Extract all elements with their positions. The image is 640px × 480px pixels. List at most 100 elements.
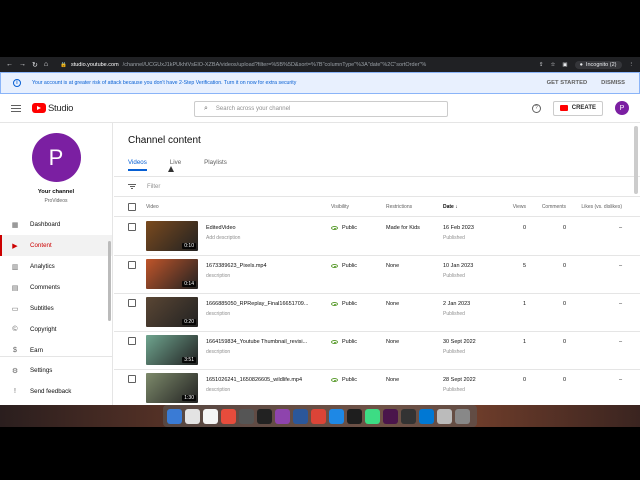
account-avatar[interactable]: P	[615, 101, 629, 115]
row-checkbox[interactable]	[128, 261, 136, 269]
dock-app-icon[interactable]	[365, 408, 380, 424]
visibility-label: Public	[342, 225, 357, 231]
dock-app-icon[interactable]	[347, 408, 362, 424]
publish-status: Published	[443, 235, 465, 241]
sidebar-item-subtitles[interactable]: ▭ Subtitles	[0, 298, 112, 319]
studio-logo[interactable]: Studio	[32, 103, 73, 114]
visibility-cell[interactable]: Public	[331, 263, 357, 269]
publish-status: Published	[443, 273, 465, 279]
column-likes[interactable]: Likes (vs. dislikes)	[574, 204, 622, 210]
table-row[interactable]: 0:20 1666885050_RPReplay_Final16651709...…	[114, 294, 640, 332]
visibility-label: Public	[342, 339, 357, 345]
dock-app-icon[interactable]	[401, 408, 416, 424]
sidebar-item-analytics[interactable]: ▥ Analytics	[0, 256, 112, 277]
dock-app-icon[interactable]	[293, 408, 308, 424]
incognito-badge[interactable]: ● Incognito (2)	[574, 60, 622, 69]
column-restrictions[interactable]: Restrictions	[386, 204, 412, 210]
visibility-label: Public	[342, 263, 357, 269]
search-input[interactable]: ⌕ Search across your channel	[194, 101, 448, 117]
date-cell: 10 Jan 2023	[443, 263, 474, 269]
dock-app-icon[interactable]	[329, 408, 344, 424]
channel-avatar[interactable]: P	[31, 133, 81, 182]
reload-icon[interactable]: ↻	[32, 61, 38, 69]
tab-playlists[interactable]: Playlists	[204, 159, 227, 171]
dock-app-icon[interactable]	[221, 408, 236, 424]
sidebar-scrollbar[interactable]	[108, 241, 111, 321]
help-icon[interactable]: ?	[531, 103, 541, 113]
create-button[interactable]: CREATE	[552, 100, 603, 116]
page-scrollbar[interactable]	[634, 126, 638, 194]
visibility-cell[interactable]: Public	[331, 377, 357, 383]
visibility-cell[interactable]: Public	[331, 339, 357, 345]
row-checkbox[interactable]	[128, 337, 136, 345]
column-comments[interactable]: Comments	[534, 204, 566, 210]
dock-app-icon[interactable]	[203, 408, 218, 424]
feedback-icon: !	[14, 388, 16, 395]
dock-app-icon[interactable]	[257, 408, 272, 424]
video-title[interactable]: 1666885050_RPReplay_Final16651709...	[206, 301, 308, 307]
video-title[interactable]: EditedVideo	[206, 225, 236, 231]
dock-app-icon[interactable]	[311, 408, 326, 424]
row-checkbox[interactable]	[128, 375, 136, 383]
address-bar[interactable]: 🔒 studio.youtube.com/channel/UCGUxJ1kPUk…	[60, 62, 490, 68]
dismiss-button[interactable]: DISMISS	[601, 80, 625, 86]
dock-app-icon[interactable]	[455, 408, 470, 424]
column-date[interactable]: Date ↓	[443, 204, 458, 210]
filter-placeholder: Filter	[147, 183, 161, 190]
hamburger-menu-icon[interactable]	[11, 104, 21, 112]
video-title[interactable]: 1651026241_1650826605_wildlife.mp4	[206, 377, 302, 383]
share-icon[interactable]: ⇪	[539, 62, 544, 68]
sidebar-item-settings[interactable]: ⚙ Settings	[0, 360, 112, 381]
video-thumbnail[interactable]: 1:30	[146, 373, 198, 403]
column-views[interactable]: Views	[496, 204, 526, 210]
filter-icon[interactable]	[128, 183, 136, 190]
duration-badge: 3:51	[182, 357, 196, 363]
column-video: Video	[146, 204, 159, 210]
dock-app-icon[interactable]	[185, 408, 200, 424]
dock-app-icon[interactable]	[275, 408, 290, 424]
visibility-label: Public	[342, 301, 357, 307]
filter-bar[interactable]: Filter	[114, 177, 640, 197]
table-row[interactable]: 1:30 1651026241_1650826605_wildlife.mp4 de…	[114, 370, 640, 405]
sidebar-item-copyright[interactable]: © Copyright	[0, 319, 112, 340]
bookmark-icon[interactable]: ☆	[550, 62, 555, 68]
video-thumbnail[interactable]: 0:20	[146, 297, 198, 327]
sidebar-item-comments[interactable]: ▤ Comments	[0, 277, 112, 298]
date-cell: 28 Sept 2022	[443, 377, 476, 383]
duration-badge: 0:14	[182, 281, 196, 287]
dock-app-icon[interactable]	[419, 408, 434, 424]
video-thumbnail[interactable]: 0:14	[146, 259, 198, 289]
dock-app-icon[interactable]	[167, 408, 182, 424]
duration-badge: 1:30	[182, 395, 196, 401]
dock-app-icon[interactable]	[383, 408, 398, 424]
video-title[interactable]: 1664159834_Youtube Thumbnail_revisi...	[206, 339, 307, 345]
eye-icon	[331, 302, 338, 306]
sidebar-item-label: Comments	[30, 284, 60, 291]
video-thumbnail[interactable]: 0:10	[146, 221, 198, 251]
table-row[interactable]: 0:14 1673389623_Pixels.mp4 description Publ…	[114, 256, 640, 294]
row-checkbox[interactable]	[128, 223, 136, 231]
sidebar-footer: ⚙ Settings! Send feedback	[0, 356, 112, 402]
sidebar-item-dashboard[interactable]: ▦ Dashboard	[0, 214, 112, 235]
select-all-checkbox[interactable]	[128, 203, 136, 211]
video-thumbnail[interactable]: 3:51	[146, 335, 198, 365]
visibility-cell[interactable]: Public	[331, 225, 357, 231]
table-row[interactable]: 0:10 EditedVideo Add description Public Made…	[114, 218, 640, 256]
visibility-cell[interactable]: Public	[331, 301, 357, 307]
table-row[interactable]: 3:51 1664159834_Youtube Thumbnail_revisi.…	[114, 332, 640, 370]
extension-icon[interactable]: ▣	[562, 62, 567, 68]
home-icon[interactable]: ⌂	[44, 61, 48, 69]
sidebar-item-send-feedback[interactable]: ! Send feedback	[0, 381, 112, 402]
back-icon[interactable]: ←	[6, 61, 13, 69]
get-started-button[interactable]: GET STARTED	[547, 80, 587, 86]
more-icon[interactable]: ⋮	[629, 62, 635, 68]
dashboard-icon: ▦	[11, 221, 19, 229]
sidebar-item-content[interactable]: ▶ Content	[0, 235, 112, 256]
column-visibility[interactable]: Visibility	[331, 204, 349, 210]
row-checkbox[interactable]	[128, 299, 136, 307]
forward-icon[interactable]: →	[19, 61, 26, 69]
video-title[interactable]: 1673389623_Pixels.mp4	[206, 263, 267, 269]
dock-app-icon[interactable]	[437, 408, 452, 424]
tab-videos[interactable]: Videos	[128, 159, 147, 171]
dock-app-icon[interactable]	[239, 408, 254, 424]
